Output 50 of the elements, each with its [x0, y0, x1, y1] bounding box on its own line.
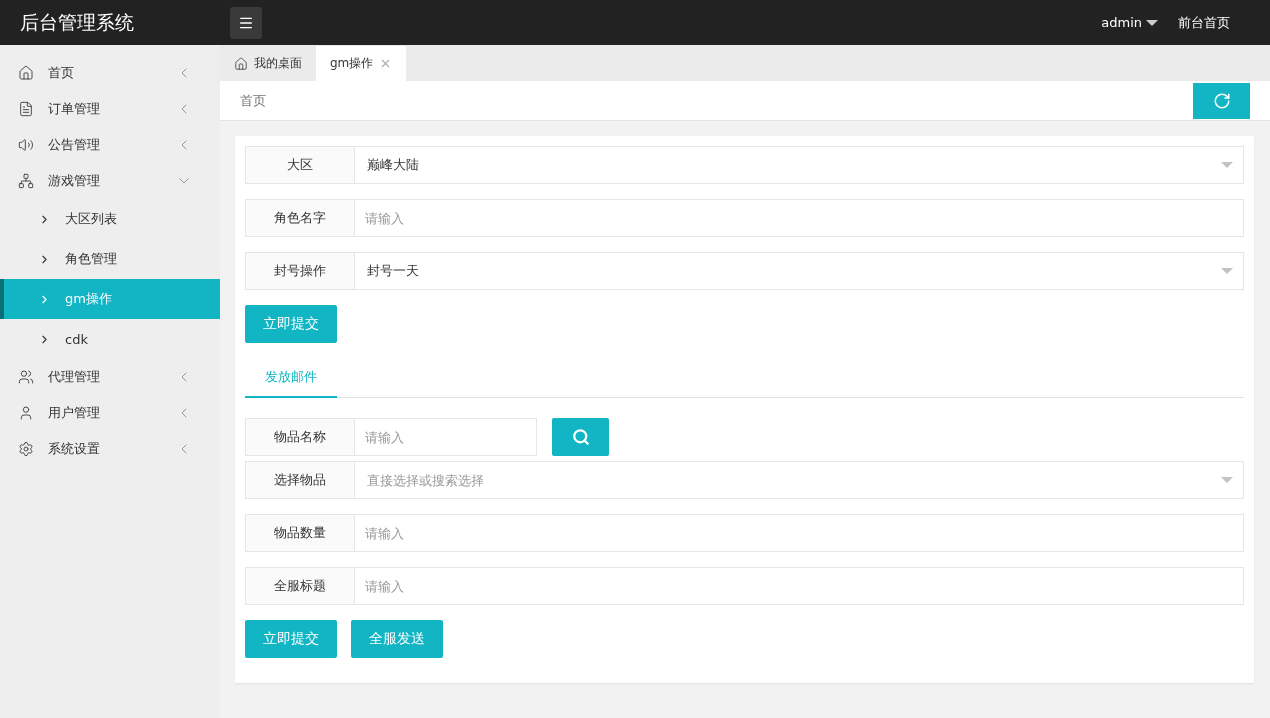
select-field[interactable]: 封号一天 — [355, 252, 1244, 290]
field-label: 物品数量 — [245, 514, 355, 552]
sidebar-item[interactable]: 订单管理 — [0, 91, 220, 127]
sidebar-item[interactable]: 首页 — [0, 55, 220, 91]
refresh-icon — [1212, 91, 1231, 110]
field-label: 选择物品 — [245, 461, 355, 499]
sidebar-item[interactable]: 公告管理 — [0, 127, 220, 163]
select-placeholder: 直接选择或搜索选择 — [365, 471, 1221, 489]
dropdown-caret-icon — [1221, 162, 1233, 168]
sidebar-item[interactable]: 用户管理 — [0, 395, 220, 431]
dropdown-caret-icon — [1221, 268, 1233, 274]
field-label: 角色名字 — [245, 199, 355, 237]
house-icon — [234, 56, 248, 71]
input-field[interactable]: 请输入 — [355, 514, 1244, 552]
user-menu[interactable]: admin — [1101, 15, 1158, 30]
sidebar-subitem[interactable]: 大区列表 — [0, 199, 220, 239]
user-icon — [18, 405, 34, 421]
sidebar-item[interactable]: 代理管理 — [0, 359, 220, 395]
sidebar-item[interactable]: 游戏管理 — [0, 163, 220, 199]
input-field[interactable]: 请输入 — [355, 567, 1244, 605]
hierarchy-icon — [18, 173, 34, 189]
house-icon — [18, 65, 34, 81]
app-title: 后台管理系统 — [19, 9, 135, 35]
input-field[interactable]: 请输入 — [355, 199, 1244, 237]
speaker-icon — [18, 137, 34, 153]
field-label: 大区 — [245, 146, 355, 184]
field-label: 全服标题 — [245, 567, 355, 605]
document-icon — [18, 101, 34, 117]
input-field[interactable]: 请输入 — [355, 418, 537, 456]
users-icon — [18, 369, 34, 385]
dropdown-caret-icon — [1221, 477, 1233, 483]
page-tab[interactable]: 我的桌面 — [220, 46, 316, 81]
select-value: 巅峰大陆 — [365, 156, 1221, 174]
select-value: 封号一天 — [365, 262, 1221, 280]
field-label: 封号操作 — [245, 252, 355, 290]
sidebar-subitem[interactable]: cdk — [0, 319, 220, 359]
breadcrumb[interactable]: 首页 — [240, 91, 266, 110]
sidebar-item[interactable]: 系统设置 — [0, 431, 220, 467]
page-tab[interactable]: gm操作 — [316, 46, 407, 81]
search-icon — [571, 428, 590, 446]
caret-icon — [1146, 19, 1158, 26]
settings-icon — [18, 441, 34, 457]
sidebar-subitem[interactable]: 角色管理 — [0, 239, 220, 279]
menu-button[interactable] — [230, 6, 262, 39]
field-label: 物品名称 — [245, 418, 355, 456]
search-button[interactable] — [552, 418, 609, 456]
header-link[interactable]: 前台首页 — [1178, 13, 1230, 32]
refresh-button[interactable] — [1193, 82, 1250, 119]
select-field[interactable]: 巅峰大陆 — [355, 146, 1244, 184]
select-field[interactable]: 直接选择或搜索选择 — [355, 461, 1244, 499]
